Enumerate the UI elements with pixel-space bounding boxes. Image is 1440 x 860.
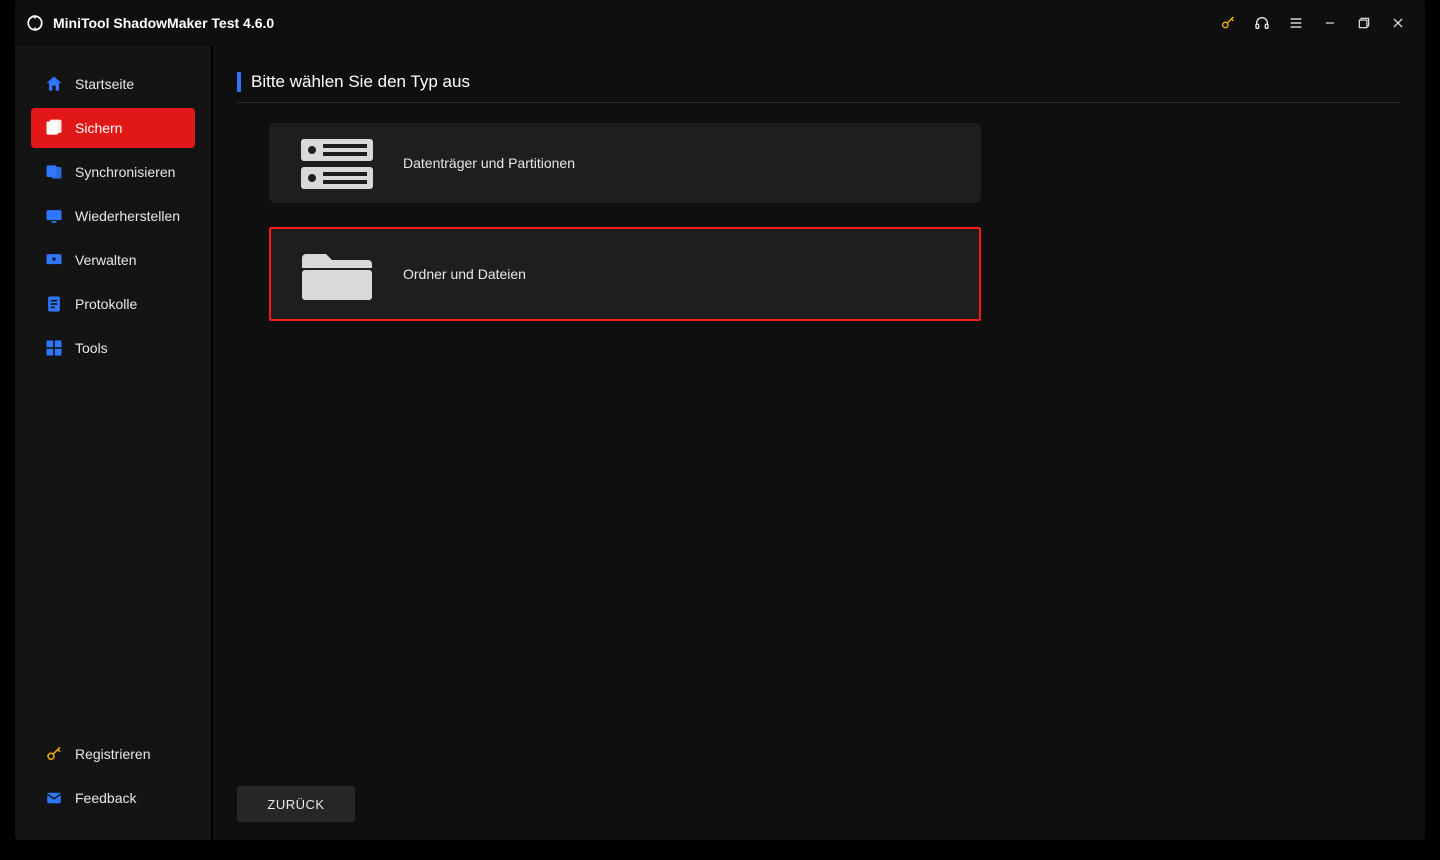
manage-icon <box>43 249 65 271</box>
titlebar-menu-icon[interactable] <box>1279 8 1313 38</box>
window-close-icon[interactable] <box>1381 8 1415 38</box>
main-content: Bitte wählen Sie den Typ aus <box>213 46 1425 840</box>
sidebar-feedback-label: Feedback <box>75 790 136 806</box>
sidebar-item-protokolle[interactable]: Protokolle <box>31 284 195 324</box>
sidebar-item-label: Synchronisieren <box>75 164 175 180</box>
option-label: Datenträger und Partitionen <box>403 155 575 171</box>
sidebar-item-wiederherstellen[interactable]: Wiederherstellen <box>31 196 195 236</box>
folder-icon <box>297 244 377 304</box>
option-folders-files[interactable]: Ordner und Dateien <box>269 227 981 321</box>
window-maximize-icon[interactable] <box>1347 8 1381 38</box>
sidebar-item-sichern[interactable]: Sichern <box>31 108 195 148</box>
sidebar-item-label: Wiederherstellen <box>75 208 180 224</box>
backup-icon <box>43 117 65 139</box>
option-label: Ordner und Dateien <box>403 266 526 282</box>
restore-icon <box>43 205 65 227</box>
titlebar-headset-icon[interactable] <box>1245 8 1279 38</box>
app-logo-icon <box>25 13 45 33</box>
sync-icon <box>43 161 65 183</box>
back-button[interactable]: ZURÜCK <box>237 786 355 822</box>
sidebar-item-label: Protokolle <box>75 296 137 312</box>
sidebar-item-label: Verwalten <box>75 252 136 268</box>
disks-icon <box>297 133 377 193</box>
window-minimize-icon[interactable] <box>1313 8 1347 38</box>
sidebar-register[interactable]: Registrieren <box>31 734 195 774</box>
home-icon <box>43 73 65 95</box>
titlebar-key-icon[interactable] <box>1211 8 1245 38</box>
sidebar-item-synchronisieren[interactable]: Synchronisieren <box>31 152 195 192</box>
sidebar-feedback[interactable]: Feedback <box>31 778 195 818</box>
sidebar-item-label: Sichern <box>75 120 122 136</box>
page-title-text: Bitte wählen Sie den Typ aus <box>251 72 470 92</box>
sidebar: Startseite Sichern Synchronisieren <box>15 46 213 840</box>
sidebar-item-verwalten[interactable]: Verwalten <box>31 240 195 280</box>
sidebar-item-tools[interactable]: Tools <box>31 328 195 368</box>
titlebar: MiniTool ShadowMaker Test 4.6.0 <box>15 0 1425 46</box>
sidebar-item-startseite[interactable]: Startseite <box>31 64 195 104</box>
option-disks-partitions[interactable]: Datenträger und Partitionen <box>269 123 981 203</box>
sidebar-item-label: Startseite <box>75 76 134 92</box>
sidebar-register-label: Registrieren <box>75 746 150 762</box>
sidebar-item-label: Tools <box>75 340 108 356</box>
back-button-label: ZURÜCK <box>267 797 324 812</box>
mail-icon <box>43 787 65 809</box>
logs-icon <box>43 293 65 315</box>
tools-icon <box>43 337 65 359</box>
page-title: Bitte wählen Sie den Typ aus <box>237 72 1401 103</box>
key-icon <box>43 743 65 765</box>
app-title: MiniTool ShadowMaker Test 4.6.0 <box>53 15 274 31</box>
